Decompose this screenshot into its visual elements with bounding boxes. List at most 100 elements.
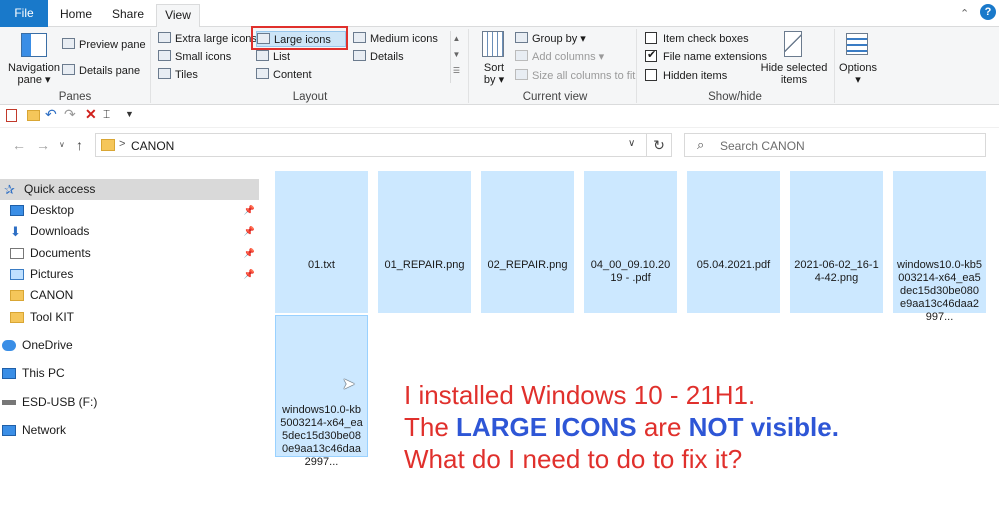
annotation-line-2: The LARGE ICONS are NOT visible. (404, 412, 839, 442)
sidebar-item-downloads[interactable]: ⬇ Downloads 📌 (0, 221, 259, 242)
pin-icon: 📌 (243, 205, 255, 215)
rename-icon[interactable]: ⌶ (103, 107, 110, 122)
file-item[interactable]: 2021-06-02_16-14-42.png (790, 171, 883, 313)
size-all-columns-button[interactable]: Size all columns to fit (515, 68, 635, 84)
hide-selected-items-label: Hide selected items (760, 62, 828, 86)
forward-arrow-icon[interactable]: → (36, 137, 50, 153)
refresh-button[interactable]: ↻ (647, 133, 672, 157)
new-folder-icon[interactable] (27, 110, 40, 121)
tiles-view-button[interactable]: Tiles (158, 67, 198, 83)
help-icon[interactable]: ? (980, 4, 996, 20)
properties-icon[interactable] (6, 109, 17, 122)
item-check-boxes-checkbox[interactable] (645, 32, 657, 44)
file-name-label: 04_00_09.10.2019 - .pdf (590, 259, 671, 284)
item-check-boxes-toggle[interactable]: Item check boxes (645, 31, 749, 47)
options-icon (846, 33, 868, 55)
address-bar[interactable]: > CANON ∨ (95, 133, 647, 157)
up-arrow-icon[interactable]: ↑ (76, 137, 83, 153)
details-view-button[interactable]: Details (353, 49, 404, 65)
tab-view[interactable]: View (156, 4, 200, 28)
file-name-label: 01_REPAIR.png (384, 259, 465, 271)
item-check-boxes-label: Item check boxes (663, 33, 749, 45)
sidebar-item-network[interactable]: Network (0, 420, 259, 441)
pictures-icon (10, 269, 24, 280)
options-button[interactable]: Options ▾ (838, 31, 878, 87)
file-item[interactable]: windows10.0-kb5003214-x64_ea5dec15d30be0… (893, 171, 986, 323)
list-view-button[interactable]: List (256, 49, 290, 65)
tab-home[interactable]: Home (54, 4, 98, 27)
small-icons-icon (158, 50, 171, 61)
sidebar-item-this-pc[interactable]: This PC (0, 363, 259, 384)
ribbon-separator (636, 29, 637, 103)
annotation-visible: visible. (743, 412, 839, 442)
address-dropdown-chevron-icon[interactable]: ∨ (628, 138, 635, 149)
sidebar-item-quick-access[interactable]: ✰ Quick access (0, 179, 259, 200)
size-columns-icon (515, 69, 528, 80)
sidebar-item-tool-kit[interactable]: Tool KIT (0, 307, 259, 328)
file-item[interactable]: 02_REPAIR.png (481, 171, 574, 313)
back-arrow-icon[interactable]: ← (12, 137, 26, 153)
layout-gallery-scroll[interactable]: ▲ ▼ ☰ (450, 31, 462, 83)
file-name-extensions-toggle[interactable]: ✔ File name extensions (645, 49, 767, 65)
recent-locations-chevron-icon[interactable]: ∨ (59, 140, 65, 149)
group-by-button[interactable]: Group by ▾ (515, 31, 586, 47)
collapse-ribbon-icon[interactable]: ⌃ (960, 7, 969, 20)
sidebar-item-esd-usb-f[interactable]: ESD-USB (F:) (0, 392, 259, 413)
details-pane-label: Details pane (79, 65, 141, 77)
details-icon (353, 50, 366, 61)
hidden-items-toggle[interactable]: Hidden items (645, 68, 727, 84)
cloud-icon (2, 340, 16, 351)
small-icons-button[interactable]: Small icons (158, 49, 231, 65)
file-item[interactable]: 05.04.2021.pdf (687, 171, 780, 313)
file-item[interactable]: 01.txt (275, 171, 368, 313)
pin-icon: 📌 (243, 226, 255, 236)
file-name-extensions-checkbox[interactable]: ✔ (645, 49, 657, 62)
list-label: List (273, 51, 291, 63)
details-pane-icon (62, 64, 75, 75)
hide-selected-items-icon (784, 31, 802, 57)
sidebar-item-documents[interactable]: Documents 📌 (0, 243, 259, 264)
sidebar-item-label: Network (22, 423, 67, 437)
preview-pane-label: Preview pane (79, 39, 146, 51)
search-placeholder: Search CANON (720, 139, 805, 153)
ribbon: Navigation pane ▾ Preview pane Details p… (0, 26, 999, 105)
navigation-pane-button[interactable]: Navigation pane ▾ (8, 31, 60, 87)
sidebar-item-onedrive[interactable]: OneDrive (0, 335, 259, 356)
details-pane-button[interactable]: Details pane (62, 63, 140, 79)
content-view-button[interactable]: Content (256, 67, 312, 83)
navigation-pane-icon (21, 33, 47, 57)
add-columns-label: Add columns ▾ (532, 51, 605, 63)
breadcrumb-separator: > (119, 138, 126, 150)
ribbon-separator (150, 29, 151, 103)
delete-icon[interactable]: ✕ (85, 106, 97, 123)
hide-selected-items-button[interactable]: Hide selected items (760, 31, 828, 87)
medium-icons-button[interactable]: Medium icons (353, 31, 438, 47)
sort-by-button[interactable]: Sort by ▾ (478, 31, 508, 87)
file-name-label: 2021-06-02_16-14-42.png (794, 259, 879, 284)
sidebar-item-pictures[interactable]: Pictures 📌 (0, 264, 259, 285)
file-name-label: windows10.0-kb5003214-x64_ea5dec15d30be0… (280, 404, 363, 468)
sidebar-item-desktop[interactable]: Desktop 📌 (0, 200, 259, 221)
add-columns-button[interactable]: Add columns ▾ (515, 49, 604, 65)
refresh-icon: ↻ (653, 137, 665, 153)
customize-qat-icon[interactable]: ▼ (125, 109, 134, 119)
breadcrumb-canon[interactable]: CANON (131, 139, 174, 153)
extra-large-icons-button[interactable]: Extra large icons (158, 31, 257, 47)
tab-share[interactable]: Share (104, 4, 152, 27)
desktop-icon (10, 205, 24, 216)
hidden-items-checkbox[interactable] (645, 69, 657, 81)
sidebar-item-canon[interactable]: CANON (0, 285, 259, 306)
group-by-label: Group by ▾ (532, 33, 586, 45)
download-icon: ⬇ (10, 224, 21, 239)
undo-icon[interactable]: ↶ (45, 106, 57, 123)
search-input[interactable]: ⌕ Search CANON (684, 133, 986, 157)
ribbon-tab-bar: File Home Share View ⌃ ? (0, 0, 999, 28)
redo-icon[interactable]: ↷ (64, 106, 76, 123)
preview-pane-button[interactable]: Preview pane (62, 37, 146, 53)
tab-file[interactable]: File (0, 0, 48, 27)
sidebar-item-label: ESD-USB (F:) (22, 395, 98, 409)
sidebar-item-label: Quick access (24, 182, 96, 196)
file-item[interactable]: 04_00_09.10.2019 - .pdf (584, 171, 677, 313)
medium-icons-label: Medium icons (370, 33, 438, 45)
file-item[interactable]: 01_REPAIR.png (378, 171, 471, 313)
